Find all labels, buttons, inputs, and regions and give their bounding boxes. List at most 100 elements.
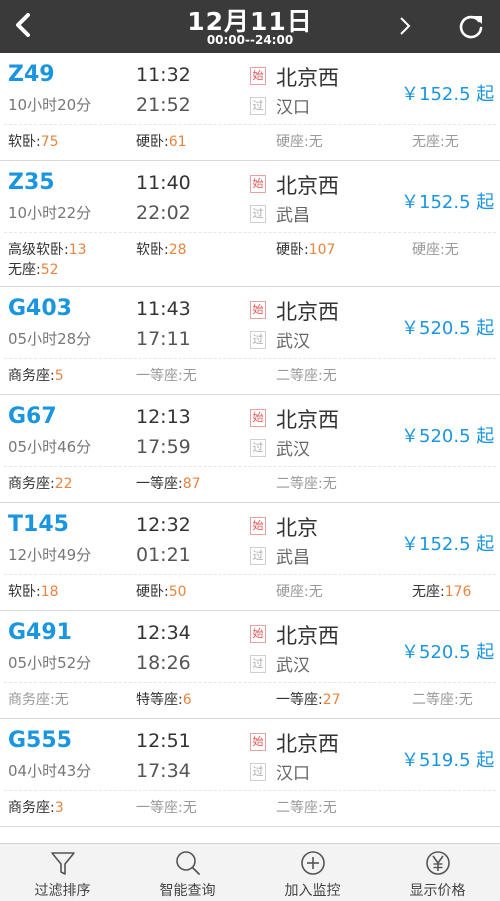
seat-count: 27 xyxy=(322,692,341,708)
seat-count: 无 xyxy=(322,476,337,492)
divider xyxy=(4,466,496,467)
seat-type: 一等座: xyxy=(136,800,183,816)
start-station-tag: 始 xyxy=(250,625,266,643)
to-station: 武汉 xyxy=(276,656,310,676)
divider xyxy=(4,790,496,791)
seat-info: 特等座:6 xyxy=(136,689,192,709)
arrive-time: 21:52 xyxy=(136,94,191,116)
yen-circle-icon xyxy=(425,851,450,875)
seat-type: 二等座: xyxy=(276,368,323,384)
seat-info: 无座:无 xyxy=(412,131,459,151)
train-number: T145 xyxy=(8,512,69,537)
add-circle-icon xyxy=(300,851,325,875)
duration: 12小时49分 xyxy=(8,546,92,564)
train-row[interactable]: G403 05小时28分 11:43 17:11 始 过 北京西 武汉 ￥520… xyxy=(0,287,500,395)
seat-count: 无 xyxy=(308,584,323,600)
train-number: G555 xyxy=(8,728,72,753)
price: ￥152.5 起 xyxy=(401,84,495,105)
seat-type: 二等座: xyxy=(276,476,323,492)
seat-info: 高级软卧:13 xyxy=(8,239,87,259)
seat-count: 5 xyxy=(54,368,64,384)
price: ￥152.5 起 xyxy=(401,534,495,555)
arrive-time: 22:02 xyxy=(136,202,191,224)
arrive-time: 17:34 xyxy=(136,760,191,782)
seat-count: 无 xyxy=(54,692,69,708)
seat-info: 硬座:无 xyxy=(276,581,323,601)
seat-type: 商务座: xyxy=(8,692,55,708)
train-list: Z49 10小时20分 11:32 21:52 始 过 北京西 汉口 ￥152.… xyxy=(0,53,500,827)
arrive-time: 17:59 xyxy=(136,436,191,458)
seat-info: 硬座:无 xyxy=(276,131,323,151)
pass-station-tag: 过 xyxy=(250,763,266,781)
seat-type: 商务座: xyxy=(8,476,55,492)
filter-sort-button[interactable]: 过滤排序 xyxy=(0,844,125,901)
refresh-button[interactable] xyxy=(454,9,488,43)
price: ￥520.5 起 xyxy=(401,426,495,447)
seat-type: 高级软卧: xyxy=(8,242,69,258)
show-price-button[interactable]: 显示价格 xyxy=(375,844,500,901)
start-station-tag: 始 xyxy=(250,67,266,85)
seat-count: 13 xyxy=(68,242,87,258)
from-station: 北京西 xyxy=(276,732,339,756)
seat-count: 3 xyxy=(54,800,64,816)
seat-info: 软卧:28 xyxy=(136,239,187,259)
train-row[interactable]: G491 05小时52分 12:34 18:26 始 过 北京西 武汉 ￥520… xyxy=(0,611,500,719)
seat-type: 特等座: xyxy=(136,692,183,708)
train-row[interactable]: G555 04小时43分 12:51 17:34 始 过 北京西 汉口 ￥519… xyxy=(0,719,500,827)
seat-count: 52 xyxy=(40,262,59,278)
seat-count: 无 xyxy=(182,800,197,816)
pass-station-tag: 过 xyxy=(250,547,266,565)
seat-info: 软卧:18 xyxy=(8,581,59,601)
pass-station-tag: 过 xyxy=(250,331,266,349)
to-station: 武昌 xyxy=(276,548,310,568)
seat-count: 22 xyxy=(54,476,73,492)
price: ￥520.5 起 xyxy=(401,318,495,339)
time-range: 00:00--24:00 xyxy=(206,33,294,47)
price: ￥152.5 起 xyxy=(401,192,495,213)
train-row[interactable]: G67 05小时46分 12:13 17:59 始 过 北京西 武汉 ￥520.… xyxy=(0,395,500,503)
seat-type: 软卧: xyxy=(8,584,41,600)
seat-count: 无 xyxy=(444,242,459,258)
add-monitor-button[interactable]: 加入监控 xyxy=(250,844,375,901)
pass-station-tag: 过 xyxy=(250,655,266,673)
seat-count: 50 xyxy=(168,584,187,600)
divider xyxy=(4,574,496,575)
seat-type: 无座: xyxy=(412,584,445,600)
arrive-time: 17:11 xyxy=(136,328,191,350)
smart-search-button[interactable]: 智能查询 xyxy=(125,844,250,901)
filter-sort-label: 过滤排序 xyxy=(34,883,91,899)
seat-count: 87 xyxy=(182,476,201,492)
search-icon xyxy=(175,851,200,875)
depart-time: 12:51 xyxy=(136,730,191,752)
seat-count: 无 xyxy=(458,692,473,708)
duration: 05小时28分 xyxy=(8,330,92,348)
seat-count: 61 xyxy=(168,134,187,150)
seat-type: 无座: xyxy=(412,134,445,150)
train-row[interactable]: Z49 10小时20分 11:32 21:52 始 过 北京西 汉口 ￥152.… xyxy=(0,53,500,161)
seat-type: 商务座: xyxy=(8,368,55,384)
depart-time: 12:32 xyxy=(136,514,191,536)
duration: 04小时43分 xyxy=(8,762,92,780)
depart-time: 11:32 xyxy=(136,64,191,86)
seat-info: 硬卧:107 xyxy=(276,239,335,259)
train-row[interactable]: T145 12小时49分 12:32 01:21 始 过 北京 武昌 ￥152.… xyxy=(0,503,500,611)
seat-count: 无 xyxy=(322,800,337,816)
seat-type: 软卧: xyxy=(8,134,41,150)
seat-count: 18 xyxy=(40,584,59,600)
train-number: Z35 xyxy=(8,170,55,195)
next-day-button[interactable] xyxy=(390,9,420,43)
train-row[interactable]: Z35 10小时22分 11:40 22:02 始 过 北京西 武昌 ￥152.… xyxy=(0,161,500,287)
seat-type: 一等座: xyxy=(136,368,183,384)
refresh-icon xyxy=(459,15,483,39)
seat-count: 无 xyxy=(308,134,323,150)
top-bar: 12月11日 00:00--24:00 xyxy=(0,0,500,53)
seat-count: 无 xyxy=(444,134,459,150)
start-station-tag: 始 xyxy=(250,733,266,751)
price: ￥520.5 起 xyxy=(401,642,495,663)
seat-count: 无 xyxy=(182,368,197,384)
start-station-tag: 始 xyxy=(250,517,266,535)
seat-type: 硬卧: xyxy=(276,242,309,258)
seat-type: 硬座: xyxy=(276,584,309,600)
seat-type: 硬卧: xyxy=(136,134,169,150)
seat-type: 硬卧: xyxy=(136,584,169,600)
